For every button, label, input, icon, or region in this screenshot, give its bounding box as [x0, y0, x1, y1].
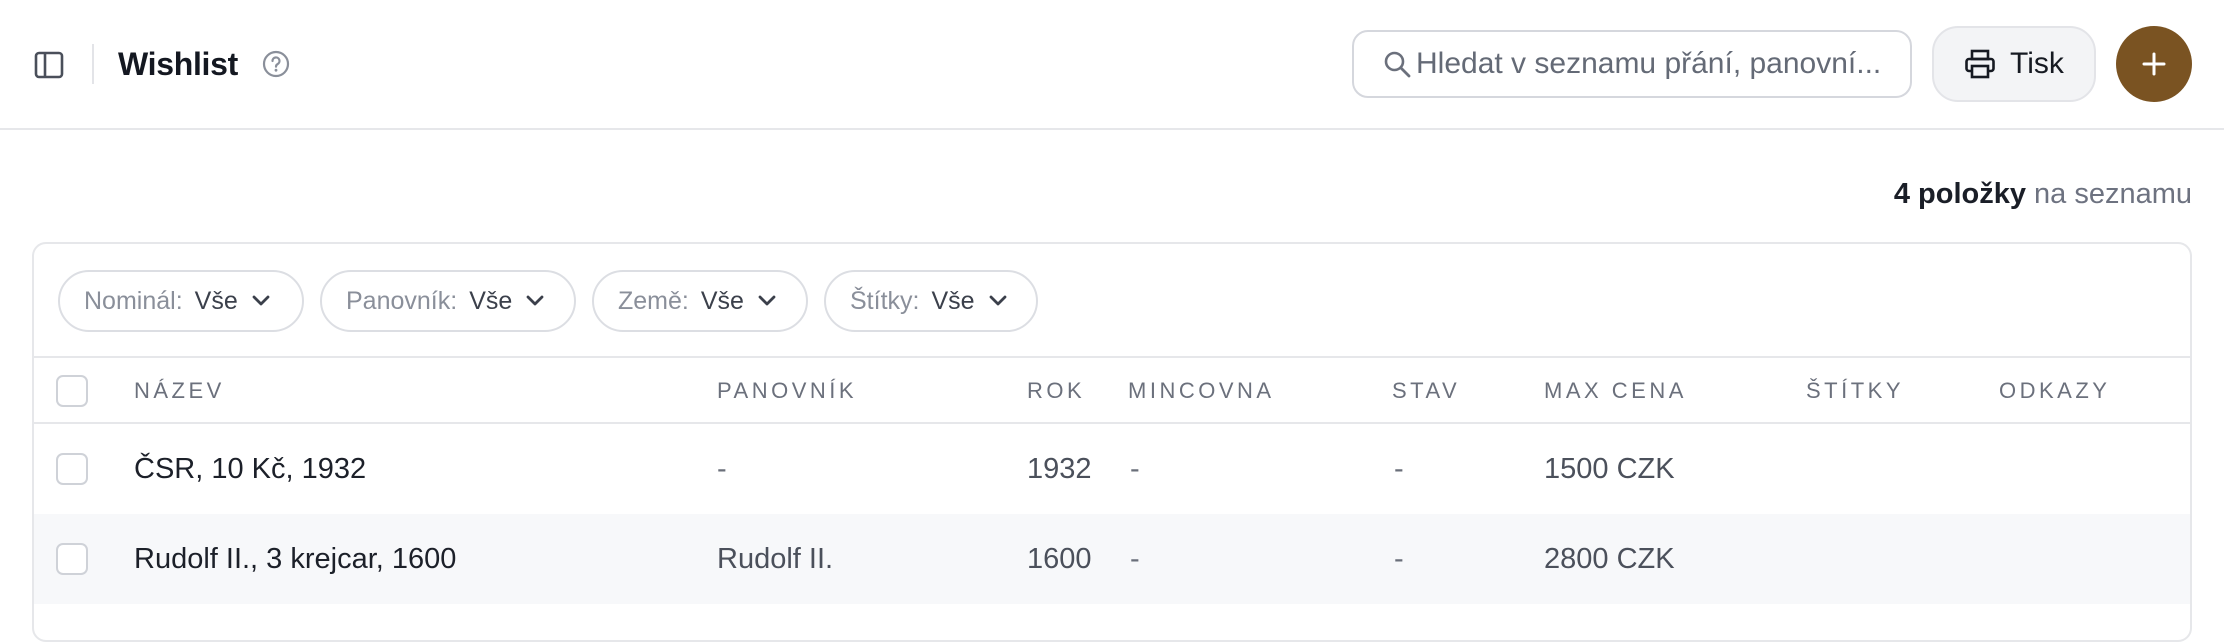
- column-header-tags[interactable]: ŠTÍTKY: [1806, 358, 1904, 424]
- search-icon: [1382, 48, 1414, 80]
- print-button[interactable]: Tisk: [1932, 26, 2096, 102]
- cell-mint: -: [1130, 453, 1140, 485]
- cell-ruler: Rudolf II.: [717, 543, 834, 575]
- header-divider: [92, 44, 94, 84]
- table-row[interactable]: Rudolf II., 3 krejcar, 1600 Rudolf II. 1…: [34, 514, 2190, 604]
- wishlist-table-card: Nominál: Vše Panovník: Vše Země: Vše Ští…: [32, 242, 2192, 642]
- search-field[interactable]: [1352, 30, 1912, 98]
- cell-condition: -: [1394, 543, 1404, 575]
- chevron-down-icon: [252, 291, 272, 311]
- help-circle-icon[interactable]: [261, 49, 291, 79]
- column-header-max-price[interactable]: MAX CENA: [1544, 358, 1687, 424]
- column-header-links[interactable]: ODKAZY: [1999, 358, 2110, 424]
- column-header-mint[interactable]: MINCOVNA: [1128, 358, 1275, 424]
- row-checkbox[interactable]: [56, 543, 88, 575]
- filter-label: Štítky:: [850, 286, 920, 315]
- column-header-name[interactable]: NÁZEV: [134, 358, 225, 424]
- filter-label: Panovník:: [346, 286, 458, 315]
- table-row[interactable]: ČSR, 10 Kč, 1932 - 1932 - - 1500 CZK: [34, 424, 2190, 514]
- cell-max-price: 1500 CZK: [1544, 453, 1675, 485]
- cell-mint: -: [1130, 543, 1140, 575]
- filter-ruler[interactable]: Panovník: Vše: [320, 270, 576, 332]
- page-title: Wishlist: [118, 46, 238, 82]
- filter-value: Vše: [469, 286, 513, 315]
- select-all-checkbox[interactable]: [56, 375, 88, 407]
- filter-value: Vše: [931, 286, 975, 315]
- filter-label: Nominál:: [84, 286, 183, 315]
- cell-year: 1600: [1027, 543, 1092, 575]
- item-count-summary: 4 položky na seznamu: [1894, 178, 2192, 211]
- row-checkbox[interactable]: [56, 453, 88, 485]
- plus-icon: [2140, 50, 2168, 78]
- filter-bar: Nominál: Vše Panovník: Vše Země: Vše Ští…: [34, 244, 2190, 358]
- sidebar-toggle-icon[interactable]: [32, 48, 66, 82]
- printer-icon: [1964, 49, 1996, 79]
- cell-year: 1932: [1027, 453, 1092, 485]
- filter-value: Vše: [700, 286, 744, 315]
- chevron-down-icon: [758, 291, 778, 311]
- cell-condition: -: [1394, 453, 1404, 485]
- search-input[interactable]: [1416, 47, 1886, 81]
- filter-nominal[interactable]: Nominál: Vše: [58, 270, 304, 332]
- item-count: 4 položky: [1893, 178, 2026, 210]
- top-bar: Wishlist Tisk: [0, 0, 2224, 130]
- filter-value: Vše: [194, 286, 238, 315]
- column-header-condition[interactable]: STAV: [1392, 358, 1460, 424]
- cell-ruler: -: [717, 453, 727, 485]
- cell-name: Rudolf II., 3 krejcar, 1600: [134, 543, 457, 575]
- column-header-year[interactable]: ROK: [1027, 358, 1085, 424]
- cell-max-price: 2800 CZK: [1544, 543, 1675, 575]
- chevron-down-icon: [989, 291, 1009, 311]
- table-header: NÁZEV PANOVNÍK ROK MINCOVNA STAV MAX CEN…: [34, 358, 2190, 424]
- item-count-suffix: na seznamu: [2034, 178, 2192, 210]
- print-button-label: Tisk: [2010, 47, 2064, 80]
- column-header-ruler[interactable]: PANOVNÍK: [717, 358, 857, 424]
- chevron-down-icon: [526, 291, 546, 311]
- cell-name: ČSR, 10 Kč, 1932: [134, 453, 367, 485]
- filter-country[interactable]: Země: Vše: [592, 270, 808, 332]
- add-item-button[interactable]: [2116, 26, 2192, 102]
- filter-label: Země:: [618, 286, 689, 315]
- filter-tags[interactable]: Štítky: Vše: [824, 270, 1038, 332]
